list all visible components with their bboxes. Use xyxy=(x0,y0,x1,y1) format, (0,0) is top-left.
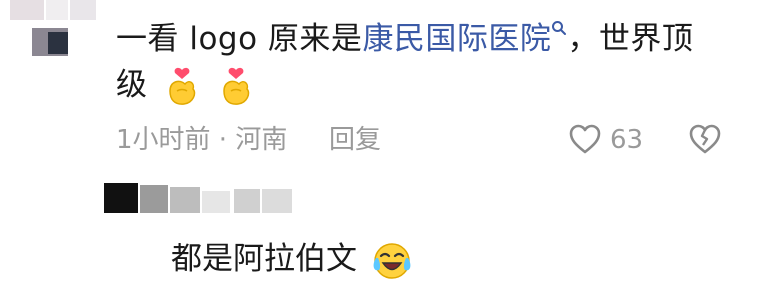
time-location: 1小时前 · 河南 xyxy=(116,125,288,155)
reply-button[interactable]: 回复 xyxy=(329,118,381,162)
avatar[interactable] xyxy=(0,0,100,66)
reply-avatar[interactable] xyxy=(104,183,304,219)
comment-meta: 1小时前 · 河南 回复 63 xyxy=(116,118,756,162)
comment-line-1: 一看 logo 原来是康民国际医院 ，世界顶 xyxy=(116,16,756,62)
reply-content: 都是阿拉伯文 xyxy=(171,236,413,282)
hospital-search-link[interactable]: 康民国际医院 xyxy=(362,21,551,57)
broken-heart-icon[interactable] xyxy=(688,123,722,155)
finger-heart-icon xyxy=(223,67,250,105)
like-count: 63 xyxy=(610,125,644,155)
reply-text: 都是阿拉伯文 xyxy=(171,241,357,277)
comment-content: 一看 logo 原来是康民国际医院 ，世界顶 级 xyxy=(116,16,756,108)
search-icon[interactable] xyxy=(551,20,567,36)
comment-text-line2: 级 xyxy=(116,67,148,103)
heart-icon[interactable] xyxy=(568,123,602,155)
comment-line-2: 级 xyxy=(116,62,756,108)
comment-text-prefix: 一看 logo 原来是 xyxy=(116,21,363,57)
laughing-crying-icon xyxy=(373,242,411,279)
comment-text-suffix: ，世界顶 xyxy=(567,21,694,57)
finger-heart-icon xyxy=(169,67,196,105)
